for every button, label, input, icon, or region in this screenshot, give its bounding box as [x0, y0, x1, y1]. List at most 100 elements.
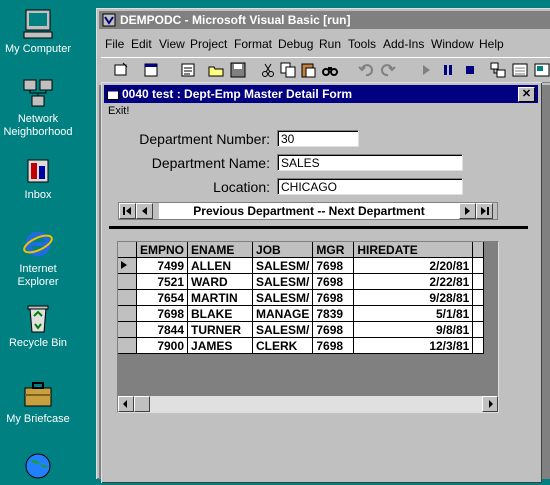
- desktop-icon-network-neighborhood[interactable]: Network Neighborhood: [0, 78, 76, 139]
- row-selector[interactable]: [118, 257, 137, 274]
- paste-icon[interactable]: [299, 61, 317, 79]
- cell-ename[interactable]: TURNER: [187, 321, 254, 338]
- row-selector[interactable]: [118, 289, 137, 306]
- desktop-icon-my-computer[interactable]: My Computer: [0, 8, 76, 56]
- row-selector[interactable]: [118, 305, 137, 322]
- cell-job[interactable]: SALESM/: [252, 257, 314, 274]
- dept-number-field[interactable]: 30: [277, 130, 359, 147]
- open-icon[interactable]: [207, 61, 225, 79]
- cell-hiredate[interactable]: 5/1/81: [353, 305, 474, 322]
- cell-empno[interactable]: 7499: [136, 257, 189, 274]
- desktop-icon-internet-explorer[interactable]: Internet Explorer: [0, 228, 76, 289]
- cell-hiredate[interactable]: 2/20/81: [353, 257, 474, 274]
- desktop-icon-recycle-bin[interactable]: Recycle Bin: [0, 302, 76, 350]
- cut-icon[interactable]: [259, 61, 277, 79]
- column-header-hiredate[interactable]: HIREDATE: [353, 242, 474, 258]
- menu-window[interactable]: Window: [431, 37, 474, 51]
- desktop-icon-partial[interactable]: [0, 450, 76, 485]
- horizontal-scrollbar[interactable]: [118, 396, 498, 412]
- add-project-icon[interactable]: [113, 61, 131, 79]
- cell-ename[interactable]: WARD: [187, 273, 254, 290]
- column-header-ename[interactable]: ENAME: [187, 242, 254, 258]
- cell-ename[interactable]: BLAKE: [187, 305, 254, 322]
- scroll-left-button[interactable]: [118, 396, 134, 412]
- cell-empno[interactable]: 7698: [136, 305, 189, 322]
- form-layout-icon[interactable]: [533, 61, 550, 79]
- start-icon[interactable]: [417, 61, 435, 79]
- menu-edit[interactable]: Edit: [131, 37, 152, 51]
- close-button[interactable]: ✕: [518, 87, 535, 102]
- table-row[interactable]: 7499 ALLEN SALESM/ 7698 2/20/81: [118, 257, 485, 274]
- previous-record-button[interactable]: [136, 203, 153, 219]
- cell-empno[interactable]: 7654: [136, 289, 189, 306]
- break-icon[interactable]: [439, 61, 457, 79]
- properties-icon[interactable]: [511, 61, 529, 79]
- desktop-icon-my-briefcase[interactable]: My Briefcase: [0, 378, 76, 426]
- scroll-thumb[interactable]: [134, 396, 150, 412]
- cell-job[interactable]: SALESM/: [252, 289, 314, 306]
- cell-mgr[interactable]: 7839: [312, 305, 355, 322]
- cell-job[interactable]: CLERK: [252, 337, 314, 354]
- save-icon[interactable]: [229, 61, 247, 79]
- next-record-button[interactable]: [459, 203, 476, 219]
- cell-job[interactable]: SALESM/: [252, 273, 314, 290]
- location-field[interactable]: CHICAGO: [277, 178, 463, 195]
- column-header-mgr[interactable]: MGR: [312, 242, 355, 258]
- table-row[interactable]: 7521 WARD SALESM/ 7698 2/22/81: [118, 273, 485, 290]
- cell-ename[interactable]: JAMES: [187, 337, 254, 354]
- desktop-icon-inbox[interactable]: Inbox: [0, 154, 76, 202]
- form-title-bar[interactable]: 0040 test : Dept-Emp Master Detail Form …: [104, 85, 538, 103]
- column-header-job[interactable]: JOB: [252, 242, 314, 258]
- menu-format[interactable]: Format: [234, 37, 272, 51]
- table-row[interactable]: 7698 BLAKE MANAGE 7839 5/1/81: [118, 305, 485, 322]
- last-record-button[interactable]: [476, 203, 493, 219]
- cell-ename[interactable]: ALLEN: [187, 257, 254, 274]
- cell-job[interactable]: SALESM/: [252, 321, 314, 338]
- cell-extra: [472, 321, 485, 338]
- menu-project[interactable]: Project: [190, 37, 227, 51]
- cell-mgr[interactable]: 7698: [312, 321, 355, 338]
- menu-add-ins[interactable]: Add-Ins: [383, 37, 424, 51]
- add-form-icon[interactable]: [143, 61, 161, 79]
- cell-job[interactable]: MANAGE: [252, 305, 314, 322]
- menu-view[interactable]: View: [159, 37, 185, 51]
- cell-empno[interactable]: 7844: [136, 321, 189, 338]
- menu-help[interactable]: Help: [479, 37, 504, 51]
- table-row[interactable]: 7654 MARTIN SALESM/ 7698 9/28/81: [118, 289, 485, 306]
- menu-exit[interactable]: Exit!: [108, 105, 129, 117]
- column-header-empno[interactable]: EMPNO: [136, 242, 189, 258]
- cell-mgr[interactable]: 7698: [312, 289, 355, 306]
- undo-icon[interactable]: [357, 61, 375, 79]
- row-selector[interactable]: [118, 273, 137, 290]
- table-row[interactable]: 7900 JAMES CLERK 7698 12/3/81: [118, 337, 485, 354]
- row-selector[interactable]: [118, 321, 137, 338]
- dept-name-field[interactable]: SALES: [277, 154, 463, 171]
- menu-run[interactable]: Run: [319, 37, 341, 51]
- table-row[interactable]: 7844 TURNER SALESM/ 7698 9/8/81: [118, 321, 485, 338]
- cell-hiredate[interactable]: 9/8/81: [353, 321, 474, 338]
- menu-debug[interactable]: Debug: [278, 37, 313, 51]
- menu-file[interactable]: File: [105, 37, 124, 51]
- cell-empno[interactable]: 7521: [136, 273, 189, 290]
- scroll-right-button[interactable]: [482, 396, 498, 412]
- row-selector[interactable]: [118, 337, 137, 354]
- find-icon[interactable]: [321, 61, 339, 79]
- cell-mgr[interactable]: 7698: [312, 337, 355, 354]
- cell-hiredate[interactable]: 9/28/81: [353, 289, 474, 306]
- cell-ename[interactable]: MARTIN: [187, 289, 254, 306]
- employee-grid[interactable]: EMPNO ENAME JOB MGR HIREDATE 7499 ALLEN …: [117, 241, 499, 413]
- first-record-button[interactable]: [119, 203, 136, 219]
- menu-editor-icon[interactable]: [179, 61, 197, 79]
- vb-title-bar[interactable]: DEMPODC - Microsoft Visual Basic [run]: [99, 11, 550, 29]
- redo-icon[interactable]: [379, 61, 397, 79]
- cell-hiredate[interactable]: 2/22/81: [353, 273, 474, 290]
- end-icon[interactable]: [461, 61, 479, 79]
- copy-icon[interactable]: [279, 61, 297, 79]
- cell-empno[interactable]: 7900: [136, 337, 189, 354]
- cell-mgr[interactable]: 7698: [312, 273, 355, 290]
- dept-name-label: Department Name:: [151, 155, 270, 171]
- menu-tools[interactable]: Tools: [348, 37, 376, 51]
- cell-mgr[interactable]: 7698: [312, 257, 355, 274]
- cell-hiredate[interactable]: 12/3/81: [353, 337, 474, 354]
- project-explorer-icon[interactable]: [489, 61, 507, 79]
